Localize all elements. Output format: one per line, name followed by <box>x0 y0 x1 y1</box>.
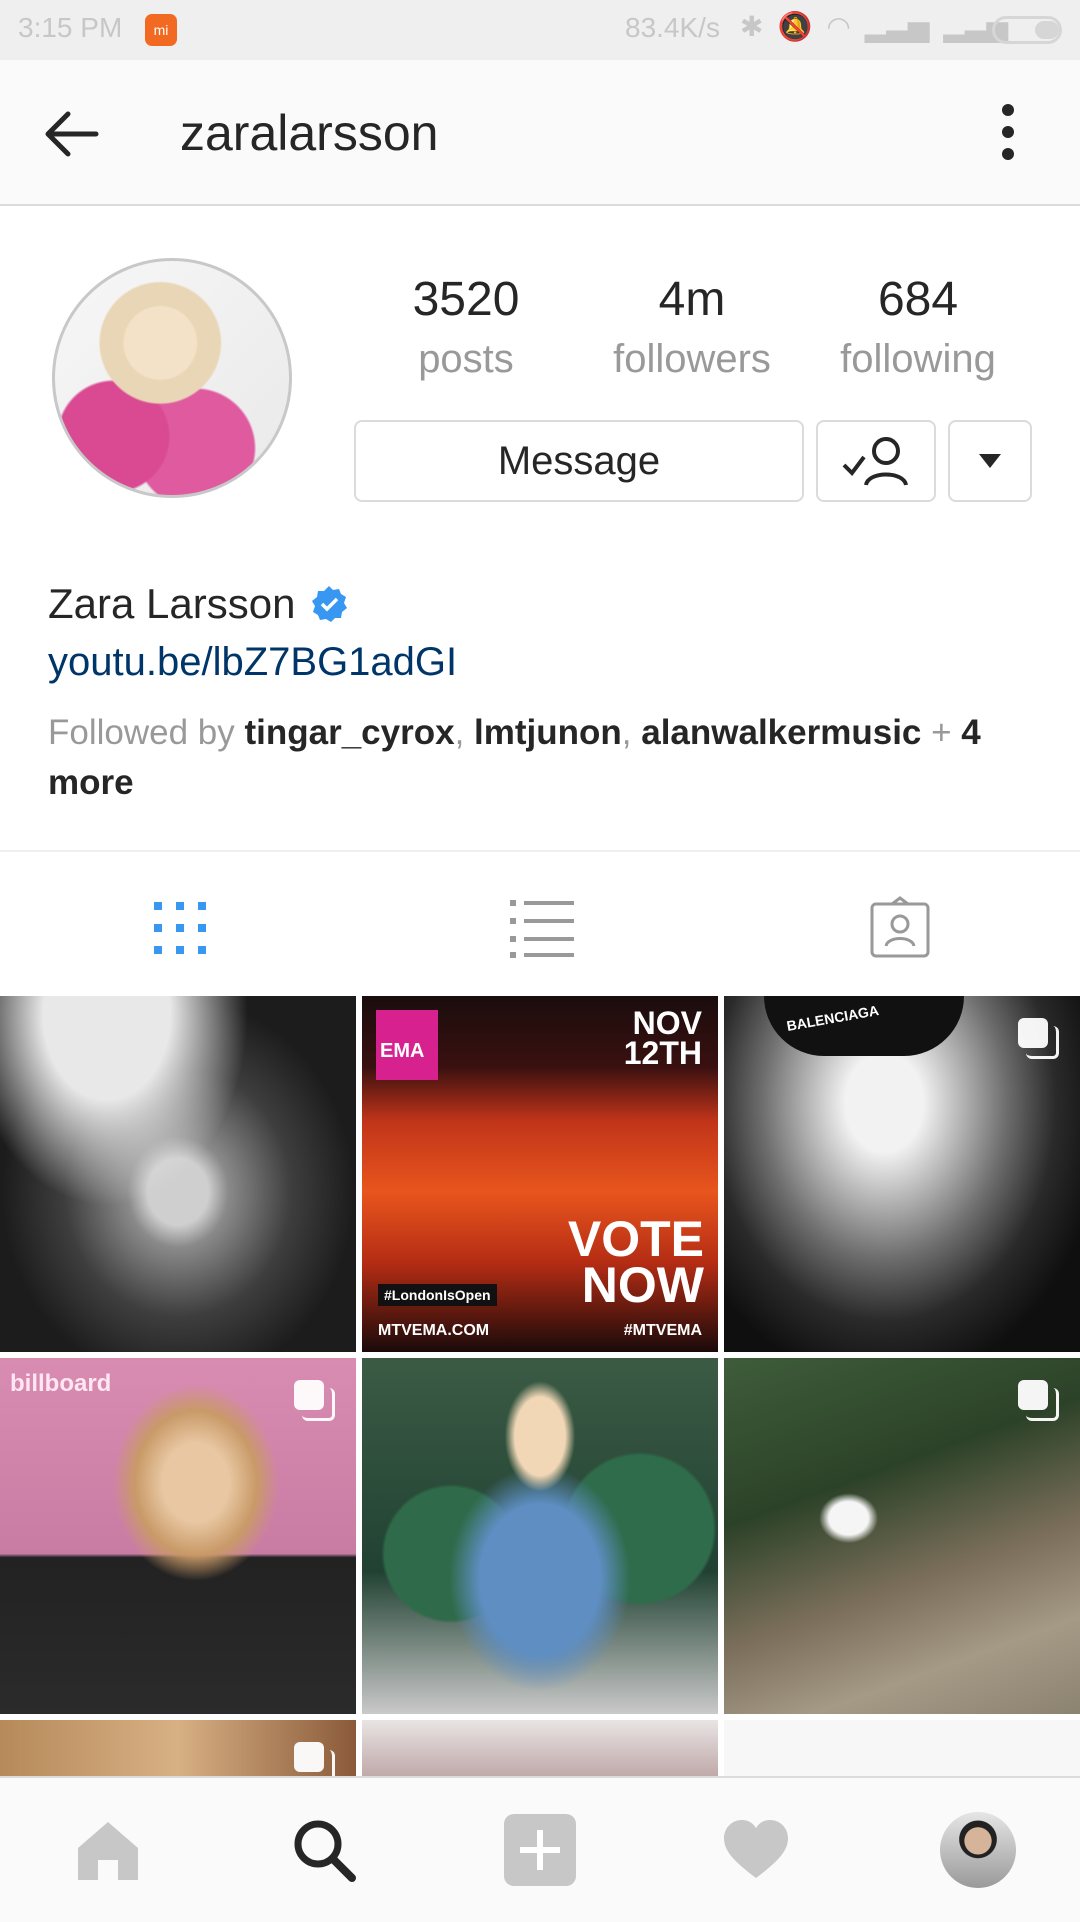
add-post-icon[interactable] <box>502 1812 578 1888</box>
followed-by-prefix: Followed by <box>48 713 245 752</box>
battery-icon <box>992 16 1062 44</box>
follower-user[interactable]: alanwalkermusic <box>641 713 921 752</box>
following-button[interactable] <box>816 420 936 502</box>
followed-by-text[interactable]: Followed by tingar_cyrox, lmtjunon, alan… <box>48 708 1008 808</box>
post-thumbnail[interactable] <box>724 1720 1080 1776</box>
bottom-navigation <box>0 1776 1080 1922</box>
mi-app-icon: mi <box>145 14 177 46</box>
multiple-photos-icon <box>294 1380 335 1421</box>
home-icon[interactable] <box>70 1812 146 1888</box>
signal-icon: ▂▃▅ <box>864 11 930 42</box>
grid-view-icon[interactable] <box>140 896 220 960</box>
caret-down-icon <box>979 454 1001 468</box>
post-thumbnail[interactable] <box>0 996 356 1352</box>
network-speed: 83.4K/s <box>625 12 720 43</box>
tagged-photos-icon[interactable] <box>860 896 940 960</box>
page-title: zaralarsson <box>180 105 439 161</box>
status-bar: 3:15 PM mi 83.4K/s ✱ 🔕 ◠ ▂▃▅ ▂▃▅ <box>0 0 1080 60</box>
stat-posts[interactable]: 3520 posts <box>366 272 566 382</box>
bio-link[interactable]: youtu.be/lbZ7BG1adGI <box>48 640 457 685</box>
post-thumbnail[interactable]: billboard <box>0 1358 356 1714</box>
status-icons: ✱ 🔕 ◠ ▂▃▅ ▂▃▅ <box>740 10 1008 43</box>
follower-user[interactable]: tingar_cyrox <box>244 713 454 752</box>
activity-heart-icon[interactable] <box>718 1812 794 1888</box>
stat-followers[interactable]: 4m followers <box>592 272 792 382</box>
post-thumbnail[interactable] <box>362 1358 718 1714</box>
follower-user[interactable]: lmtjunon <box>474 713 622 752</box>
profile-avatar-nav[interactable] <box>940 1812 1016 1888</box>
billboard-text: billboard <box>10 1370 112 1397</box>
more-options-icon[interactable] <box>990 100 1026 164</box>
suggestions-dropdown-button[interactable] <box>948 420 1032 502</box>
followers-label: followers <box>613 337 771 381</box>
followers-count: 4m <box>658 273 726 326</box>
bluetooth-icon: ✱ <box>740 11 764 42</box>
post-thumbnail[interactable] <box>362 1720 718 1776</box>
following-count: 684 <box>877 273 959 326</box>
ema-logo-text: EMA <box>380 1040 425 1062</box>
post-thumbnail[interactable] <box>0 1720 356 1776</box>
profile-view-tabs <box>0 850 1080 996</box>
list-view-icon[interactable] <box>500 896 580 960</box>
mute-icon: 🔕 <box>777 11 813 42</box>
multiple-photos-icon <box>1018 1380 1059 1421</box>
posts-label: posts <box>418 337 514 381</box>
status-time: 3:15 PM <box>18 12 123 43</box>
full-name-text: Zara Larsson <box>48 580 296 627</box>
post-thumbnail[interactable] <box>724 1358 1080 1714</box>
stat-following[interactable]: 684 following <box>818 272 1018 382</box>
message-button[interactable]: Message <box>354 420 804 502</box>
ema-date-text: NOV 12TH <box>623 1005 702 1071</box>
multiple-photos-icon <box>1018 1018 1059 1059</box>
post-thumbnail[interactable]: EMA NOV 12TH VOTE NOW #LondonIsOpen MTVE… <box>362 996 718 1352</box>
verified-badge-icon <box>312 586 348 622</box>
following-label: following <box>840 337 996 381</box>
back-arrow-icon[interactable] <box>40 102 104 166</box>
profile-avatar[interactable] <box>52 258 292 498</box>
search-icon[interactable] <box>286 1812 362 1888</box>
posts-count: 3520 <box>412 273 520 326</box>
vote-now-text: VOTE NOW <box>567 1211 704 1313</box>
user-check-icon <box>842 437 908 486</box>
wifi-icon: ◠ <box>826 11 851 42</box>
mtvema-hashtag-text: #MTVEMA <box>623 1322 702 1339</box>
top-bar: zaralarsson <box>0 60 1080 206</box>
profile-full-name: Zara Larsson <box>48 580 349 628</box>
post-thumbnail[interactable]: BALENCIAGA <box>724 996 1080 1352</box>
multiple-photos-icon <box>294 1742 335 1776</box>
london-tag-text: #LondonIsOpen <box>378 1284 497 1306</box>
mtvema-site-text: MTVEMA.COM <box>378 1322 490 1339</box>
